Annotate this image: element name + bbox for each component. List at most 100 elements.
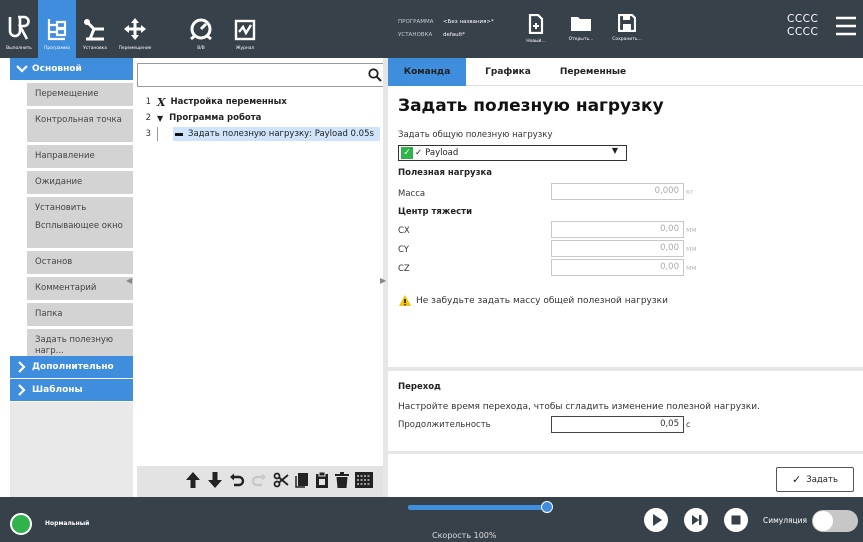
tree-row-number: 3 [145,129,151,139]
robot-serial-indicator: CCCC CCCC [787,13,818,39]
step-button[interactable] [683,507,709,536]
new-file-icon [528,14,544,34]
undo-button[interactable] [229,472,245,491]
suppress-button[interactable] [355,472,373,491]
transition-description: Настройте время перехода, чтобы сгладить… [398,402,760,412]
paste-button[interactable] [315,471,329,491]
command-popup[interactable]: Всплывающее окно [27,215,133,248]
command-folder[interactable]: Папка [27,303,133,326]
command-direction[interactable]: Направление [27,145,133,168]
section-divider [388,451,863,454]
open-button[interactable]: Открыть... [562,14,600,42]
move-tab[interactable]: Перемещение [114,0,156,58]
payload-select[interactable]: ✓ ✓ Payload ▼ [398,145,627,161]
delete-button[interactable] [335,472,349,491]
collapse-right-handle[interactable]: ▶ [380,276,386,285]
log-tab[interactable]: Журнал [226,0,264,58]
io-tab[interactable]: В/В [182,0,220,58]
program-field-label: ПРОГРАММА [398,19,434,25]
command-label: Направление [35,151,95,161]
tree-row[interactable]: 1 X Настройка переменных [133,95,287,109]
tree-row[interactable]: 2 ▼ Программа робота [133,111,262,125]
command-comment[interactable]: Комментарий [27,277,133,300]
mass-field[interactable]: 0,000 [551,183,684,200]
new-button[interactable]: Новый... [520,14,552,44]
section-divider [388,367,863,371]
move-arrows-icon [124,18,146,40]
program-tab[interactable]: Программа [38,0,76,58]
command-palette-empty-area [10,402,133,497]
command-label: Останов [35,257,73,267]
payload-select-value: Payload [425,148,459,158]
program-name: <Без названия>* [443,19,494,25]
hamburger-icon [836,16,856,36]
step-icon [684,508,708,532]
floppy-save-icon [618,14,636,32]
run-tab[interactable]: Выполнить [0,0,38,58]
category-templates-label: Шаблоны [32,385,83,395]
collapse-left-handle[interactable]: ◀ [126,276,133,286]
program-info: ПРОГРАММА <Без названия>* УСТАНОВКА defaul… [398,16,494,42]
split-handle[interactable]: ▶ [380,58,387,497]
speed-slider-handle[interactable] [541,501,553,513]
command-label: Задать полезную нагр... [35,335,114,356]
apply-button[interactable]: ✓ Задать [776,467,854,492]
tree-row-number: 1 [145,97,151,107]
save-button[interactable]: Сохранить... [606,14,648,42]
cz-field[interactable]: 0,00 [551,259,684,276]
dropdown-arrow-icon: ▼ [611,146,618,155]
io-gauge-icon [190,18,212,41]
move-up-button[interactable] [185,471,201,492]
category-basic[interactable]: Основной [10,58,133,80]
duration-field[interactable]: 0,05 [551,416,684,433]
command-move[interactable]: Перемещение [27,83,133,106]
cut-button[interactable] [273,472,289,491]
command-label: Перемещение [35,89,99,99]
command-halt[interactable]: Останов [27,251,133,274]
tab-variables[interactable]: Переменные [553,58,633,86]
save-button-label: Сохранить... [612,37,642,42]
top-bar: Выполнить Программа Установка Перемещени… [0,0,863,58]
command-wait[interactable]: Ожидание [27,171,133,194]
tree-toolbar [137,466,383,497]
command-label: Ожидание [35,177,83,187]
command-waypoint[interactable]: Контрольная точка [27,109,133,142]
tab-graphics[interactable]: Графика [473,58,543,86]
cy-field[interactable]: 0,00 [551,240,684,257]
play-button[interactable] [643,507,669,536]
expand-triangle-icon[interactable]: ▼ [157,114,163,123]
hamburger-menu-button[interactable] [835,15,857,40]
tab-command[interactable]: Команда [388,58,466,86]
command-label: Всплывающее окно [35,221,123,231]
search-icon [368,68,382,82]
installation-field-label: УСТАНОВКА [398,32,433,38]
simulation-toggle-knob [813,511,833,531]
mass-label: Масса [398,189,426,199]
installation-tab[interactable]: Установка [76,0,114,58]
cy-label: CY [398,245,409,255]
payload-command-icon [175,132,183,136]
redo-button[interactable] [251,472,267,491]
tree-row-selected[interactable]: 3 Задать полезную нагрузку: Payload 0.05… [133,127,381,141]
category-templates[interactable]: Шаблоны [10,379,133,401]
robot-status-button[interactable] [10,513,32,535]
category-advanced-label: Дополнительно [32,362,114,372]
tree-branch-line [157,127,173,141]
cccc-line-2: CCCC [787,26,819,38]
cz-label: CZ [398,264,410,274]
simulation-label: Симуляция [763,516,808,525]
apply-button-label: Задать [806,474,838,485]
simulation-toggle[interactable] [812,510,858,532]
speed-slider[interactable] [408,501,553,513]
copy-button[interactable] [295,472,309,491]
move-down-button[interactable] [207,471,223,492]
robot-status-label: Нормальный [45,520,90,527]
chevron-down-icon [16,65,28,73]
stop-button[interactable] [723,507,749,536]
category-advanced[interactable]: Дополнительно [10,356,133,378]
command-label: Контрольная точка [35,115,122,125]
installation-tab-label: Установка [83,46,107,51]
transition-section-label: Переход [398,382,441,392]
tree-search-input[interactable] [137,63,387,87]
cx-field[interactable]: 0,00 [551,221,684,238]
